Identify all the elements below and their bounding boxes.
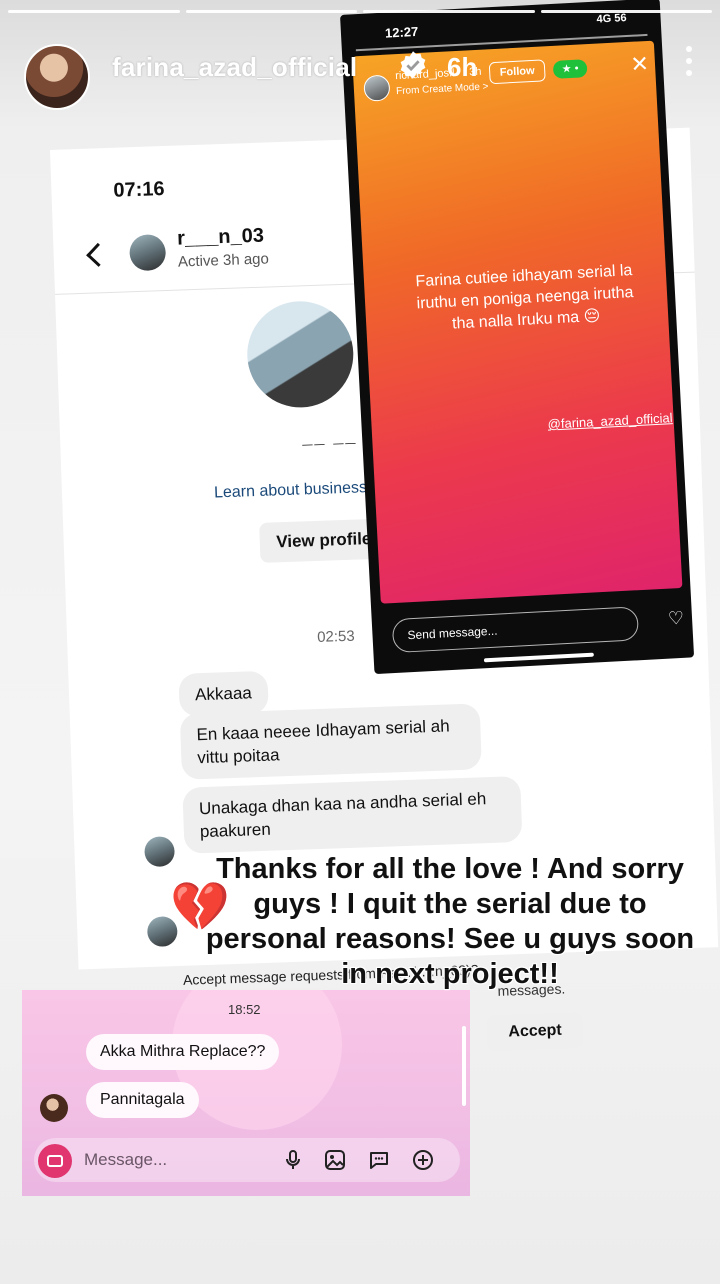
phone-status-signal: 4G 56 (596, 12, 627, 26)
dm-username[interactable]: r___n_03 (177, 225, 264, 251)
back-arrow-icon[interactable] (86, 242, 111, 267)
message-bubble: Akkaaa (178, 670, 269, 717)
sender-avatar (144, 836, 176, 868)
progress-bar (8, 10, 180, 13)
story-time-ago: 6h (447, 52, 478, 82)
story-header: farina_azad_official 6h (22, 32, 700, 110)
send-message-input[interactable]: Send message... (391, 606, 640, 654)
sender-avatar (40, 1094, 68, 1122)
dm-status-clock: 07:16 (113, 178, 165, 202)
story-author-username[interactable]: farina_azad_official (112, 52, 357, 83)
heart-icon[interactable]: ♡ (667, 608, 684, 630)
camera-icon[interactable] (38, 1144, 72, 1178)
dm-profile-name: __ __ (301, 425, 358, 448)
scrollbar[interactable] (462, 1026, 466, 1106)
dm-timestamp: 02:53 (316, 627, 355, 646)
story-text: Farina cutiee idhayam serial la iruthu e… (415, 262, 634, 333)
message-bubble: Pannitagala (86, 1082, 199, 1118)
chat-timestamp: 18:52 (228, 1002, 261, 1017)
story-author-avatar[interactable] (24, 44, 90, 110)
story-caption: Thanks for all the love ! And sorry guys… (205, 853, 695, 990)
add-icon[interactable] (410, 1148, 436, 1174)
verified-icon (400, 51, 426, 79)
more-options-icon[interactable] (684, 46, 694, 80)
dm-active-status: Active 3h ago (177, 250, 270, 271)
dm-header-avatar[interactable] (129, 234, 167, 272)
message-bubble: Akka Mithra Replace?? (86, 1034, 280, 1070)
home-indicator (483, 652, 594, 663)
story-progress-bars (8, 10, 712, 13)
dm-profile-avatar (245, 299, 356, 410)
message-bubble: Unakaga dhan kaa na andha serial eh paak… (182, 775, 523, 854)
sticker-chat-icon[interactable] (366, 1148, 392, 1174)
pink-chat-screenshot: 18:52 Akka Mithra Replace?? Pannitagala … (22, 990, 470, 1196)
message-input[interactable]: Message... (84, 1150, 167, 1170)
accept-button[interactable]: Accept (486, 1011, 584, 1052)
progress-bar (185, 10, 357, 13)
message-bubble: En kaaa neeee Idhayam serial ah vittu po… (179, 703, 482, 780)
instagram-story-viewer: farina_azad_official 6h 07:16 r___n_03 A… (0, 0, 720, 1284)
progress-bar (363, 10, 535, 13)
progress-bar (540, 10, 712, 13)
gallery-icon[interactable] (322, 1148, 348, 1174)
microphone-icon[interactable] (280, 1148, 306, 1174)
